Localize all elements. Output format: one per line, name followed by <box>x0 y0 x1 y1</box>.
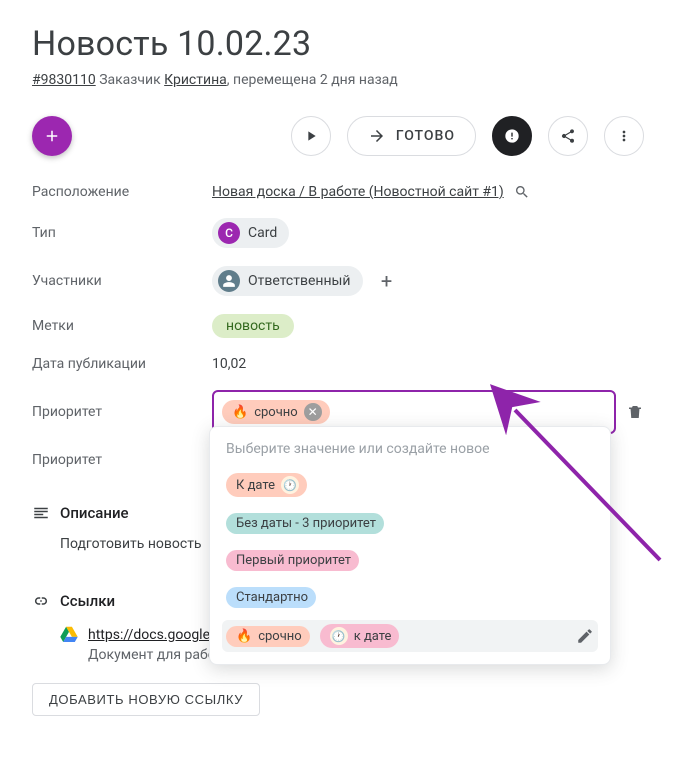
priority-label: Приоритет <box>32 404 212 420</box>
fire-icon: 🔥 <box>236 629 252 644</box>
customer-label: Заказчик <box>99 72 160 88</box>
location-value[interactable]: Новая доска / В работе (Новостной сайт #… <box>212 184 504 200</box>
moved-text: , перемещена 2 дня назад <box>227 72 398 88</box>
option-label: Стандартно <box>226 587 316 608</box>
tags-label: Метки <box>32 318 212 334</box>
dropdown-option[interactable]: Первый приоритет <box>222 546 598 575</box>
done-button[interactable]: ГОТОВО <box>347 116 476 156</box>
members-label: Участники <box>32 273 212 289</box>
pubdate-label: Дата публикации <box>32 356 212 372</box>
location-label: Расположение <box>32 184 212 200</box>
more-button[interactable] <box>604 116 644 156</box>
priority-selected-tag[interactable]: 🔥 срочно ✕ <box>222 400 330 424</box>
type-chip-label: Card <box>248 225 277 241</box>
remove-tag-button[interactable]: ✕ <box>304 403 322 421</box>
member-avatar <box>218 270 240 292</box>
link-icon <box>32 592 50 610</box>
share-button[interactable] <box>548 116 588 156</box>
description-heading-text: Описание <box>60 504 129 522</box>
search-icon[interactable] <box>514 184 530 200</box>
dropdown-hint: Выберите значение или создайте новое <box>226 441 594 457</box>
delete-field-button[interactable] <box>626 403 644 421</box>
option-label: Первый приоритет <box>226 550 359 571</box>
option-label: Без даты - 3 приоритет <box>226 513 384 534</box>
arrow-right-icon <box>368 127 386 145</box>
dropdown-option-selected[interactable]: 🔥 срочно 🕐 к дате <box>222 620 598 652</box>
play-button[interactable] <box>291 116 331 156</box>
add-fab[interactable] <box>32 116 72 156</box>
add-link-button[interactable]: ДОБАВИТЬ НОВУЮ ССЫЛКУ <box>32 683 260 716</box>
clock-icon: 🕐 <box>330 627 348 645</box>
clock-icon: 🕐 <box>281 476 299 494</box>
type-chip-avatar: C <box>218 222 240 244</box>
doc-caption: Документ для работ <box>88 647 222 663</box>
doc-link[interactable]: https://docs.google.c <box>88 627 221 643</box>
member-chip-label: Ответственный <box>248 273 351 289</box>
task-id[interactable]: #9830110 <box>32 72 96 88</box>
dropdown-option[interactable]: К дате 🕐 <box>222 469 598 501</box>
edit-option-button[interactable] <box>576 627 594 645</box>
fire-icon: 🔥 <box>232 405 248 420</box>
option-label: к дате <box>354 629 392 644</box>
priority-dropdown[interactable]: Выберите значение или создайте новое К д… <box>209 426 611 665</box>
option-label: К дате <box>236 478 275 493</box>
google-drive-icon <box>60 626 78 642</box>
customer-name[interactable]: Кристина <box>164 72 227 88</box>
pubdate-value[interactable]: 10,02 <box>212 356 246 372</box>
type-chip[interactable]: C Card <box>212 218 289 248</box>
meta-line: #9830110 Заказчик Кристина, перемещена 2… <box>32 72 644 88</box>
option-label: срочно <box>258 629 302 644</box>
dropdown-option[interactable]: Стандартно <box>222 583 598 612</box>
description-icon <box>32 504 50 522</box>
type-label: Тип <box>32 225 212 241</box>
page-title: Новость 10.02.23 <box>32 24 644 64</box>
tag-chip[interactable]: новость <box>212 314 294 338</box>
done-label: ГОТОВО <box>396 128 455 144</box>
priority2-label: Приоритет <box>32 452 212 468</box>
member-chip[interactable]: Ответственный <box>212 266 363 296</box>
dropdown-option[interactable]: Без даты - 3 приоритет <box>222 509 598 538</box>
add-member-button[interactable]: + <box>373 267 401 295</box>
alert-button[interactable] <box>492 116 532 156</box>
links-heading-text: Ссылки <box>60 592 115 610</box>
priority-selected-label: срочно <box>254 405 298 420</box>
